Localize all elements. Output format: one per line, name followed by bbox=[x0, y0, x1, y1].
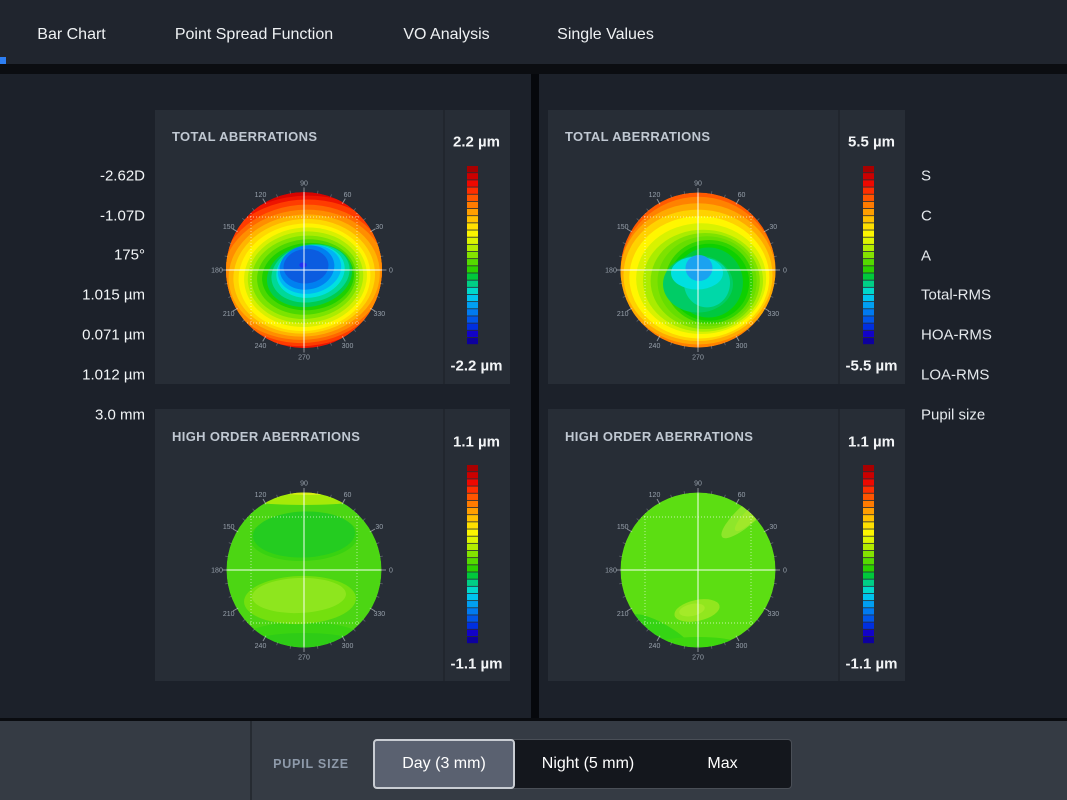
svg-text:60: 60 bbox=[344, 192, 352, 199]
svg-text:270: 270 bbox=[298, 655, 310, 662]
svg-text:120: 120 bbox=[255, 192, 267, 199]
svg-text:60: 60 bbox=[344, 492, 352, 499]
svg-text:120: 120 bbox=[649, 192, 661, 199]
svg-text:60: 60 bbox=[738, 492, 746, 499]
svg-text:150: 150 bbox=[617, 224, 629, 231]
svg-text:90: 90 bbox=[694, 481, 702, 488]
svg-text:300: 300 bbox=[342, 343, 354, 350]
svg-text:150: 150 bbox=[617, 524, 629, 531]
svg-text:240: 240 bbox=[255, 643, 267, 650]
svg-text:210: 210 bbox=[223, 311, 235, 318]
svg-text:270: 270 bbox=[692, 355, 704, 362]
svg-text:90: 90 bbox=[300, 181, 308, 188]
svg-text:180: 180 bbox=[605, 568, 617, 575]
svg-text:300: 300 bbox=[736, 643, 748, 650]
svg-text:300: 300 bbox=[342, 643, 354, 650]
svg-text:330: 330 bbox=[767, 311, 779, 318]
svg-text:330: 330 bbox=[373, 311, 385, 318]
svg-text:330: 330 bbox=[373, 611, 385, 618]
svg-text:240: 240 bbox=[649, 343, 661, 350]
svg-text:180: 180 bbox=[605, 268, 617, 275]
svg-text:90: 90 bbox=[300, 481, 308, 488]
svg-text:210: 210 bbox=[617, 311, 629, 318]
svg-text:210: 210 bbox=[223, 611, 235, 618]
svg-text:240: 240 bbox=[649, 643, 661, 650]
svg-text:30: 30 bbox=[769, 224, 777, 231]
svg-text:30: 30 bbox=[769, 524, 777, 531]
svg-text:0: 0 bbox=[389, 568, 393, 575]
svg-text:270: 270 bbox=[692, 655, 704, 662]
svg-text:30: 30 bbox=[375, 224, 383, 231]
svg-text:150: 150 bbox=[223, 224, 235, 231]
svg-text:300: 300 bbox=[736, 343, 748, 350]
svg-text:0: 0 bbox=[783, 568, 787, 575]
svg-text:120: 120 bbox=[649, 492, 661, 499]
svg-text:150: 150 bbox=[223, 524, 235, 531]
svg-text:240: 240 bbox=[255, 343, 267, 350]
svg-text:180: 180 bbox=[211, 268, 223, 275]
svg-text:180: 180 bbox=[211, 568, 223, 575]
svg-text:30: 30 bbox=[375, 524, 383, 531]
svg-text:210: 210 bbox=[617, 611, 629, 618]
svg-text:0: 0 bbox=[389, 268, 393, 275]
svg-text:270: 270 bbox=[298, 355, 310, 362]
svg-text:90: 90 bbox=[694, 181, 702, 188]
svg-text:0: 0 bbox=[783, 268, 787, 275]
svg-text:60: 60 bbox=[738, 192, 746, 199]
svg-text:330: 330 bbox=[767, 611, 779, 618]
svg-text:120: 120 bbox=[255, 492, 267, 499]
